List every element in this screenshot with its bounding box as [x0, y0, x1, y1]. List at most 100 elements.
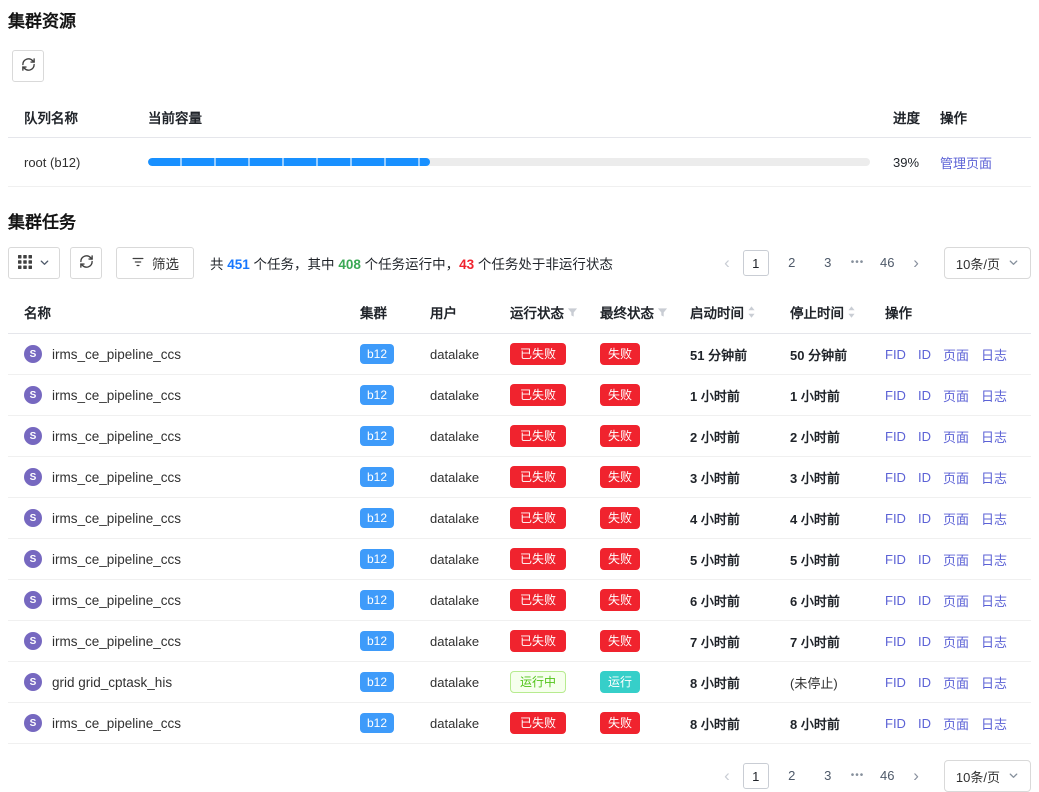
action-link-id[interactable]: ID: [918, 388, 931, 403]
resources-refresh-button[interactable]: [12, 50, 44, 82]
task-name: irms_ce_pipeline_ccs: [52, 470, 181, 485]
action-link-id[interactable]: ID: [918, 470, 931, 485]
spark-avatar-icon: S: [24, 427, 42, 445]
pagination-page-1[interactable]: 1: [743, 250, 769, 276]
task-name-cell: Sgrid grid_cptask_his: [8, 673, 343, 691]
action-link-页面[interactable]: 页面: [943, 632, 969, 651]
action-link-页面[interactable]: 页面: [943, 673, 969, 692]
start-time: 8 小时前: [668, 673, 768, 692]
action-link-fid[interactable]: FID: [885, 593, 906, 608]
action-link-页面[interactable]: 页面: [943, 427, 969, 446]
pagination-page-1[interactable]: 1: [743, 763, 769, 789]
cluster-badge: b12: [360, 713, 394, 733]
action-link-fid[interactable]: FID: [885, 634, 906, 649]
run-status-badge: 已失败: [510, 507, 566, 529]
queue-name: root (b12): [8, 155, 148, 170]
start-time: 51 分钟前: [668, 345, 768, 364]
task-name: irms_ce_pipeline_ccs: [52, 388, 181, 403]
final-status-badge: 失败: [600, 630, 640, 652]
action-link-日志[interactable]: 日志: [981, 427, 1007, 446]
resources-section-title: 集群资源: [8, 12, 1031, 32]
pagination-prev-icon[interactable]: ‹: [721, 250, 733, 276]
action-link-fid[interactable]: FID: [885, 552, 906, 567]
action-link-id[interactable]: ID: [918, 716, 931, 731]
action-link-页面[interactable]: 页面: [943, 386, 969, 405]
page-size-select-bottom[interactable]: 10条/页: [944, 760, 1031, 792]
stop-time-sort-icon[interactable]: [847, 305, 856, 319]
pagination-next-icon[interactable]: ›: [910, 250, 922, 276]
pagination-page-3[interactable]: 3: [815, 763, 841, 789]
action-link-日志[interactable]: 日志: [981, 714, 1007, 733]
task-actions: FID ID 页面日志: [863, 509, 1031, 528]
stop-time: (未停止): [768, 673, 863, 692]
spark-avatar-icon: S: [24, 345, 42, 363]
start-time: 6 小时前: [668, 591, 768, 610]
final-status-badge: 失败: [600, 548, 640, 570]
pagination-page-46[interactable]: 46: [874, 250, 900, 276]
pagination-prev-icon[interactable]: ‹: [721, 763, 733, 789]
pagination-next-icon[interactable]: ›: [910, 763, 922, 789]
run-status-filter-icon[interactable]: [567, 307, 578, 318]
action-link-日志[interactable]: 日志: [981, 591, 1007, 610]
task-cluster-cell: b12: [343, 344, 413, 364]
action-link-日志[interactable]: 日志: [981, 550, 1007, 569]
final-status-badge: 失败: [600, 507, 640, 529]
action-link-id[interactable]: ID: [918, 634, 931, 649]
pagination-page-2[interactable]: 2: [779, 763, 805, 789]
final-status-filter-icon[interactable]: [657, 307, 668, 318]
task-name-cell: Sirms_ce_pipeline_ccs: [8, 345, 343, 363]
action-link-id[interactable]: ID: [918, 429, 931, 444]
filter-button[interactable]: 筛选: [116, 247, 194, 279]
action-link-日志[interactable]: 日志: [981, 509, 1007, 528]
view-switch-button[interactable]: [8, 247, 60, 279]
pagination-page-3[interactable]: 3: [815, 250, 841, 276]
action-link-id[interactable]: ID: [918, 347, 931, 362]
manage-page-link[interactable]: 管理页面: [940, 156, 992, 171]
action-link-页面[interactable]: 页面: [943, 591, 969, 610]
task-cluster-cell: b12: [343, 549, 413, 569]
stop-time: 6 小时前: [768, 591, 863, 610]
pagination-page-46[interactable]: 46: [874, 763, 900, 789]
task-user: datalake: [413, 511, 488, 526]
action-link-fid[interactable]: FID: [885, 429, 906, 444]
pagination-page-2[interactable]: 2: [779, 250, 805, 276]
action-link-fid[interactable]: FID: [885, 716, 906, 731]
task-summary: 共 451 个任务，其中 408 个任务运行中，43 个任务处于非运行状态: [210, 253, 613, 273]
action-link-日志[interactable]: 日志: [981, 345, 1007, 364]
pagination-ellipsis[interactable]: •••: [851, 250, 865, 276]
task-actions: FID ID 页面日志: [863, 550, 1031, 569]
spark-avatar-icon: S: [24, 591, 42, 609]
action-link-日志[interactable]: 日志: [981, 468, 1007, 487]
task-actions: FID ID 页面日志: [863, 427, 1031, 446]
action-link-fid[interactable]: FID: [885, 388, 906, 403]
action-link-id[interactable]: ID: [918, 511, 931, 526]
action-link-页面[interactable]: 页面: [943, 714, 969, 733]
action-link-fid[interactable]: FID: [885, 511, 906, 526]
action-link-页面[interactable]: 页面: [943, 468, 969, 487]
tasks-refresh-button[interactable]: [70, 247, 102, 279]
col-name: 名称: [8, 292, 343, 333]
cluster-badge: b12: [360, 385, 394, 405]
action-link-fid[interactable]: FID: [885, 347, 906, 362]
action-link-日志[interactable]: 日志: [981, 673, 1007, 692]
page-size-select[interactable]: 10条/页: [944, 247, 1031, 279]
action-link-页面[interactable]: 页面: [943, 345, 969, 364]
pagination-ellipsis[interactable]: •••: [851, 763, 865, 789]
summary-text: 个任务处于非运行状态: [474, 257, 613, 272]
bottom-pagination-bar: ‹ 123 ••• 46 › 10条/页: [8, 760, 1031, 792]
tasks-table: 名称 集群 用户 运行状态 最终状态 启动时间: [8, 292, 1031, 744]
action-link-fid[interactable]: FID: [885, 675, 906, 690]
start-time-sort-icon[interactable]: [747, 305, 756, 319]
action-link-页面[interactable]: 页面: [943, 550, 969, 569]
action-link-fid[interactable]: FID: [885, 470, 906, 485]
action-link-id[interactable]: ID: [918, 675, 931, 690]
action-link-日志[interactable]: 日志: [981, 632, 1007, 651]
task-user: datalake: [413, 347, 488, 362]
action-link-日志[interactable]: 日志: [981, 386, 1007, 405]
action-link-id[interactable]: ID: [918, 593, 931, 608]
action-link-id[interactable]: ID: [918, 552, 931, 567]
action-link-页面[interactable]: 页面: [943, 509, 969, 528]
table-row: Sirms_ce_pipeline_ccsb12datalake已失败失败7 小…: [8, 621, 1031, 662]
task-cluster-cell: b12: [343, 590, 413, 610]
col-start-time-label: 启动时间: [690, 302, 744, 322]
